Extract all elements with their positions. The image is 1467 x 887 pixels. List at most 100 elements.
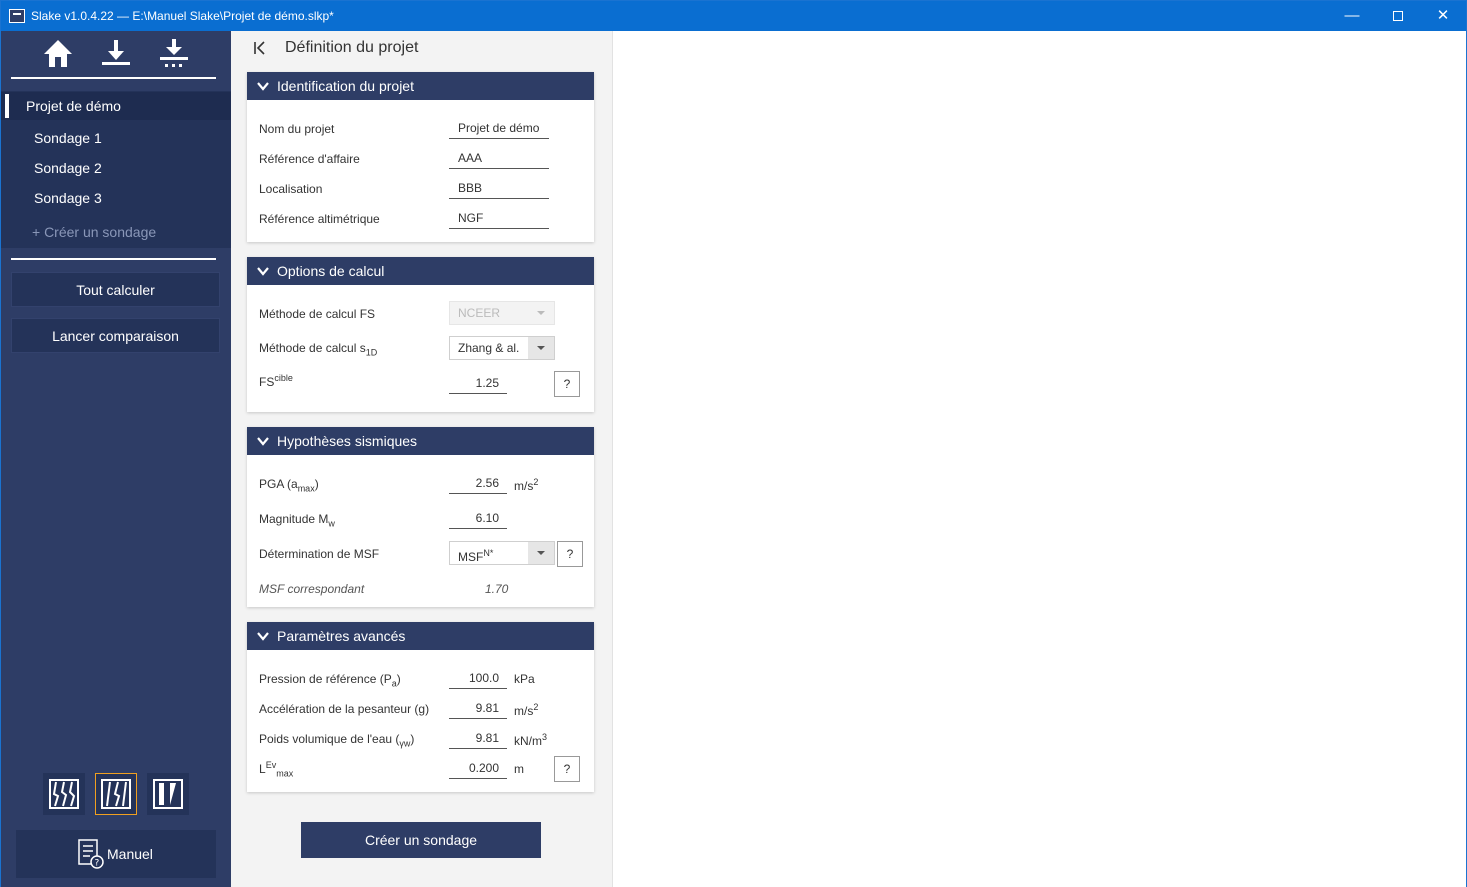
ref-pressure-close: ) bbox=[396, 672, 401, 686]
nav-item-project[interactable]: Projet de démo bbox=[1, 92, 231, 120]
magnitude-label-sub: w bbox=[328, 518, 335, 529]
seismic-header[interactable]: Hypothèses sismiques bbox=[247, 427, 594, 455]
manual-button[interactable]: ? Manuel bbox=[16, 830, 216, 878]
mode-2-icon bbox=[101, 779, 131, 809]
window-title: Slake v1.0.4.22 — E:\Manuel Slake\Projet… bbox=[31, 9, 334, 23]
ref-pressure-unit: kPa bbox=[514, 672, 535, 686]
nav-item-sondage-2[interactable]: Sondage 2 bbox=[1, 154, 231, 182]
project-definition-panel: Définition du projet Identification du p… bbox=[231, 31, 613, 887]
section-title: Options de calcul bbox=[277, 263, 385, 279]
ref-pressure-label: Pression de référence (Pa) bbox=[259, 672, 401, 688]
lev-max-sub: max bbox=[276, 768, 294, 779]
water-weight-input[interactable]: 9.81 bbox=[449, 727, 507, 749]
gravity-unit-sup: 2 bbox=[533, 702, 539, 712]
fs-target-label: FScible bbox=[259, 373, 293, 389]
fs-method-select: NCEER bbox=[449, 301, 555, 325]
manual-label: Manuel bbox=[107, 846, 153, 862]
lev-max-help-button[interactable]: ? bbox=[554, 756, 580, 782]
msf-help-button[interactable]: ? bbox=[557, 541, 583, 567]
s1d-method-label: Méthode de calcul s1D bbox=[259, 341, 377, 357]
ref-pressure-text: Pression de référence (P bbox=[259, 672, 392, 686]
download-grid-icon[interactable] bbox=[157, 37, 191, 71]
sidebar: Projet de démo Sondage 1 Sondage 2 Sonda… bbox=[1, 31, 231, 887]
identification-header[interactable]: Identification du projet bbox=[247, 72, 594, 100]
magnitude-input[interactable]: 6.10 bbox=[449, 507, 507, 529]
chevron-down-icon bbox=[257, 437, 269, 446]
altimetric-ref-label: Référence altimétrique bbox=[259, 212, 380, 226]
home-icon[interactable] bbox=[41, 37, 75, 71]
app-window: Slake v1.0.4.22 — E:\Manuel Slake\Projet… bbox=[0, 0, 1467, 887]
nav-item-label: Projet de démo bbox=[26, 98, 121, 114]
chevron-down-icon bbox=[528, 542, 554, 564]
nav-item-label: Sondage 2 bbox=[34, 160, 102, 176]
water-weight-unit: kN/m3 bbox=[514, 732, 547, 748]
pga-unit: m/s2 bbox=[514, 477, 538, 493]
fs-target-input[interactable]: 1.25 bbox=[449, 372, 507, 394]
mode-2-button[interactable] bbox=[95, 773, 137, 815]
calc-options-header[interactable]: Options de calcul bbox=[247, 257, 594, 285]
section-title: Identification du projet bbox=[277, 78, 414, 94]
lev-max-unit: m bbox=[514, 762, 524, 776]
maximize-button[interactable] bbox=[1375, 1, 1421, 31]
s1d-method-select[interactable]: Zhang & al. bbox=[449, 336, 555, 360]
mode-1-icon bbox=[49, 779, 79, 809]
mode-1-button[interactable] bbox=[43, 773, 85, 815]
chevron-down-icon bbox=[528, 302, 554, 324]
gravity-input[interactable]: 9.81 bbox=[449, 697, 507, 719]
advanced-header[interactable]: Paramètres avancés bbox=[247, 622, 594, 650]
create-sondage-button[interactable]: Créer un sondage bbox=[301, 822, 541, 858]
download-icon[interactable] bbox=[99, 37, 133, 71]
location-label: Localisation bbox=[259, 182, 323, 196]
business-ref-input[interactable]: AAA bbox=[449, 147, 549, 169]
compute-all-button[interactable]: Tout calculer bbox=[11, 272, 220, 307]
msf-corresponding-value: 1.70 bbox=[485, 582, 509, 596]
app-logo-icon bbox=[9, 9, 25, 23]
lev-max-text: L bbox=[259, 762, 266, 776]
msf-method-select[interactable]: MSFN* bbox=[449, 541, 555, 565]
launch-comparison-button[interactable]: Lancer comparaison bbox=[11, 318, 220, 353]
svg-text:?: ? bbox=[95, 859, 100, 869]
nav-item-sondage-1[interactable]: Sondage 1 bbox=[1, 124, 231, 152]
location-input[interactable]: BBB bbox=[449, 177, 549, 199]
main-view-area bbox=[613, 31, 1466, 887]
pga-unit-text: m/s bbox=[514, 479, 534, 493]
minimize-button[interactable]: — bbox=[1329, 1, 1375, 31]
close-button[interactable]: ✕ bbox=[1420, 1, 1466, 31]
manual-icon: ? bbox=[78, 839, 104, 869]
nav-create-sondage[interactable]: + Créer un sondage bbox=[1, 218, 231, 246]
lev-max-input[interactable]: 0.200 bbox=[449, 757, 507, 779]
water-weight-text: Poids volumique de l'eau ( bbox=[259, 732, 400, 746]
pga-label-sub: max bbox=[297, 483, 315, 494]
msf-method-sup: N* bbox=[483, 548, 494, 558]
sidebar-divider bbox=[11, 77, 216, 79]
fs-target-help-button[interactable]: ? bbox=[554, 371, 580, 397]
seismic-section: Hypothèses sismiques PGA (amax) 2.56 m/s… bbox=[247, 427, 594, 607]
collapse-panel-icon[interactable] bbox=[253, 41, 267, 55]
mode-3-button[interactable] bbox=[147, 773, 189, 815]
water-weight-unit-text: kN/m bbox=[514, 734, 542, 748]
water-weight-close: ) bbox=[410, 732, 415, 746]
s1d-label-sub: 1D bbox=[365, 347, 378, 358]
pga-label: PGA (amax) bbox=[259, 477, 319, 493]
gravity-label: Accélération de la pesanteur (g) bbox=[259, 702, 430, 716]
s1d-label-text: Méthode de calcul s bbox=[259, 341, 366, 355]
msf-method-value: MSF bbox=[458, 550, 484, 564]
fs-method-value: NCEER bbox=[458, 306, 501, 320]
nav-item-label: Sondage 3 bbox=[34, 190, 102, 206]
pga-input[interactable]: 2.56 bbox=[449, 472, 507, 494]
fs-method-label: Méthode de calcul FS bbox=[259, 307, 376, 321]
ref-pressure-input[interactable]: 100.0 bbox=[449, 667, 507, 689]
gravity-unit-text: m/s bbox=[514, 704, 534, 718]
water-weight-sub: γw bbox=[399, 738, 411, 749]
pga-label-close: ) bbox=[314, 477, 319, 491]
advanced-section: Paramètres avancés Pression de référence… bbox=[247, 622, 594, 792]
gravity-unit: m/s2 bbox=[514, 702, 538, 718]
altimetric-ref-input[interactable]: NGF bbox=[449, 207, 549, 229]
pga-unit-sup: 2 bbox=[533, 477, 539, 487]
nav-item-sondage-3[interactable]: Sondage 3 bbox=[1, 184, 231, 212]
water-weight-label: Poids volumique de l'eau (γw) bbox=[259, 732, 414, 748]
project-name-input[interactable]: Projet de démo bbox=[449, 117, 549, 139]
section-title: Hypothèses sismiques bbox=[277, 433, 418, 449]
mode-3-icon bbox=[153, 779, 183, 809]
pga-label-text: PGA (a bbox=[259, 477, 298, 491]
